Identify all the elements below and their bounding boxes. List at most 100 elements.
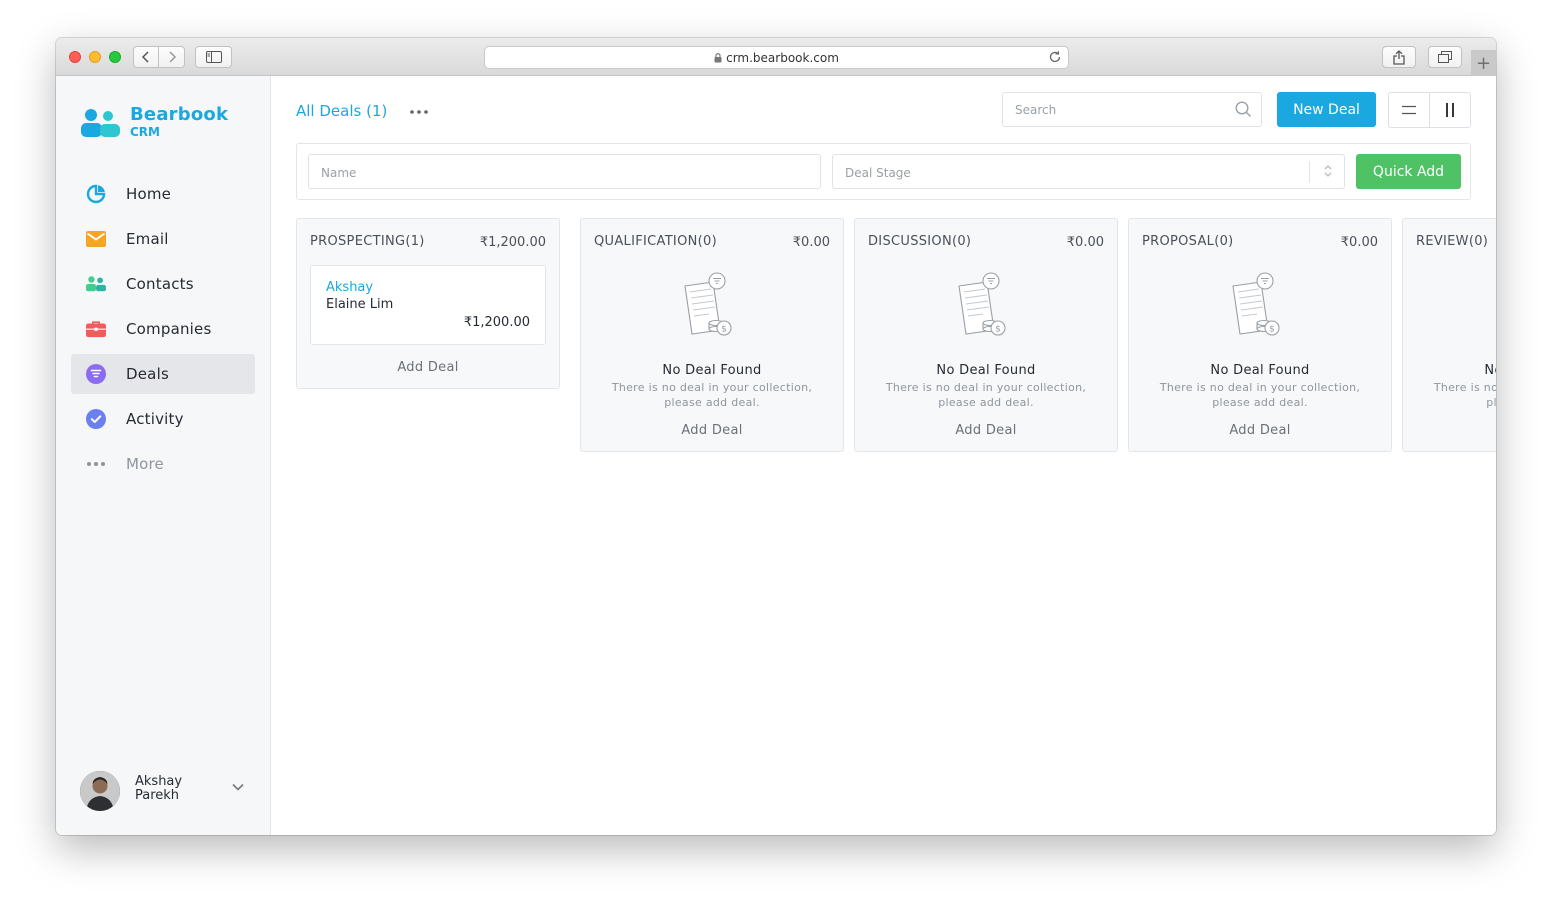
empty-state-title: No Deal Found: [936, 363, 1036, 378]
stage-column-discussion: DISCUSSION(0) ₹0.00 $ No Deal Found Ther…: [854, 218, 1118, 452]
minimize-window-button[interactable]: [89, 51, 101, 63]
browser-toolbar: crm.bearbook.com +: [56, 38, 1496, 76]
main-content: All Deals (1) Search New Deal Name Deal …: [271, 76, 1496, 835]
stage-title: QUALIFICATION(0): [594, 234, 717, 249]
show-sidebar-button[interactable]: [195, 46, 232, 68]
sidebar-icon: [205, 51, 222, 63]
stage-title: DISCUSSION(0): [868, 234, 972, 249]
board-view-icon: [1445, 103, 1454, 117]
add-deal-button[interactable]: Add Deal: [581, 423, 843, 438]
select-divider: [1309, 161, 1310, 183]
empty-state-description: There is no deal in your collection, ple…: [1433, 381, 1496, 409]
nav-label: Activity: [126, 410, 184, 428]
share-button[interactable]: [1382, 46, 1416, 68]
address-bar[interactable]: crm.bearbook.com: [484, 46, 1069, 69]
nav-item-home[interactable]: Home: [71, 174, 255, 214]
brand-logo[interactable]: Bearbook CRM: [80, 104, 230, 144]
stage-total: ₹1,200.00: [479, 235, 546, 250]
add-deal-button[interactable]: Add Deal: [855, 423, 1117, 438]
select-arrows-icon: [1324, 165, 1332, 177]
empty-document-icon: $: [958, 272, 1006, 336]
show-tabs-button[interactable]: [1428, 46, 1462, 68]
quick-add-bar: Name Deal Stage Quick Add: [296, 143, 1471, 200]
stage-title: PROSPECTING(1): [310, 234, 425, 249]
deal-name-field[interactable]: Name: [308, 154, 821, 189]
stage-column-prospecting: PROSPECTING(1) ₹1,200.00 Akshay Elaine L…: [296, 218, 560, 389]
svg-text:$: $: [721, 325, 727, 335]
view-toggle: [1388, 92, 1471, 128]
share-icon: [1393, 49, 1405, 65]
stage-column-qualification: QUALIFICATION(0) ₹0.00 $ No Deal Found T…: [580, 218, 844, 452]
brand-name: Bearbook: [130, 104, 229, 125]
add-deal-button[interactable]: Add Deal: [1403, 423, 1496, 438]
stage-total: ₹0.00: [1066, 235, 1104, 250]
empty-state-title: No Deal Found: [1484, 363, 1496, 378]
deal-card[interactable]: Akshay Elaine Lim ₹1,200.00: [310, 265, 546, 345]
nav-item-email[interactable]: Email: [71, 219, 255, 259]
nav-label: Companies: [126, 320, 212, 338]
briefcase-icon: [86, 319, 106, 339]
empty-document-icon: $: [684, 272, 732, 336]
list-view-icon: [1401, 105, 1416, 115]
deal-owner[interactable]: Akshay: [326, 280, 373, 295]
empty-state-description: There is no deal in your collection, ple…: [1159, 381, 1361, 409]
svg-text:$: $: [995, 325, 1001, 335]
search-icon[interactable]: [1235, 101, 1252, 118]
nav-label: More: [126, 455, 164, 473]
nav-item-activity[interactable]: Activity: [71, 399, 255, 439]
deal-stage-placeholder: Deal Stage: [845, 166, 911, 180]
nav-label: Home: [126, 185, 172, 203]
funnel-icon: [86, 364, 106, 384]
plus-icon: +: [1475, 52, 1492, 74]
stage-total: ₹0.00: [1340, 235, 1378, 250]
nav-label: Deals: [126, 365, 169, 383]
envelope-icon: [86, 229, 106, 249]
add-deal-button[interactable]: Add Deal: [1129, 423, 1391, 438]
nav-label: Email: [126, 230, 169, 248]
pie-chart-icon: [86, 184, 106, 204]
sidebar: Bearbook CRM Home Email Contacts Compani…: [56, 76, 271, 835]
list-view-button[interactable]: [1389, 93, 1430, 127]
view-options-button[interactable]: [409, 100, 429, 119]
brand-sub: CRM: [130, 125, 160, 139]
tabs-icon: [1438, 51, 1452, 63]
board-view-button[interactable]: [1430, 93, 1471, 127]
avatar: [80, 771, 120, 811]
check-circle-icon: [86, 409, 106, 429]
empty-state-description: There is no deal in your collection, ple…: [885, 381, 1087, 409]
deals-view-selector[interactable]: All Deals (1): [296, 102, 387, 120]
chevron-down-icon[interactable]: [232, 783, 244, 791]
deal-amount: ₹1,200.00: [463, 315, 530, 330]
search-input[interactable]: Search: [1002, 92, 1262, 127]
user-name: Akshay Parekh: [135, 774, 183, 803]
back-button[interactable]: [133, 46, 159, 68]
lock-icon: [714, 52, 722, 62]
stage-column-proposal: PROPOSAL(0) ₹0.00 $ No Deal Found There …: [1128, 218, 1392, 452]
url-text: crm.bearbook.com: [726, 50, 839, 65]
chevron-left-icon: [141, 51, 149, 63]
user-menu[interactable]: Akshay Parekh: [80, 771, 250, 813]
nav-item-deals[interactable]: Deals: [71, 354, 255, 394]
forward-button[interactable]: [159, 46, 185, 68]
new-deal-button[interactable]: New Deal: [1277, 92, 1376, 127]
deal-stage-select[interactable]: Deal Stage: [832, 154, 1345, 189]
chevron-right-icon: [168, 51, 176, 63]
bearbook-logo-icon: [81, 109, 120, 137]
people-icon: [86, 274, 106, 294]
nav-item-more[interactable]: More: [71, 444, 255, 484]
close-window-button[interactable]: [69, 51, 81, 63]
empty-document-icon: $: [1232, 272, 1280, 336]
zoom-window-button[interactable]: [109, 51, 121, 63]
new-tab-button[interactable]: +: [1471, 50, 1496, 76]
quick-add-button[interactable]: Quick Add: [1356, 154, 1461, 189]
nav-item-contacts[interactable]: Contacts: [71, 264, 255, 304]
empty-state-title: No Deal Found: [662, 363, 762, 378]
nav-label: Contacts: [126, 275, 194, 293]
add-deal-button[interactable]: Add Deal: [297, 360, 559, 375]
search-placeholder: Search: [1015, 103, 1057, 117]
stage-column-review: REVIEW(0) $ No Deal Found There is no de…: [1402, 218, 1496, 452]
empty-state-title: No Deal Found: [1210, 363, 1310, 378]
nav-item-companies[interactable]: Companies: [71, 309, 255, 349]
reload-icon[interactable]: [1048, 50, 1062, 64]
deal-name-placeholder: Name: [321, 166, 357, 180]
